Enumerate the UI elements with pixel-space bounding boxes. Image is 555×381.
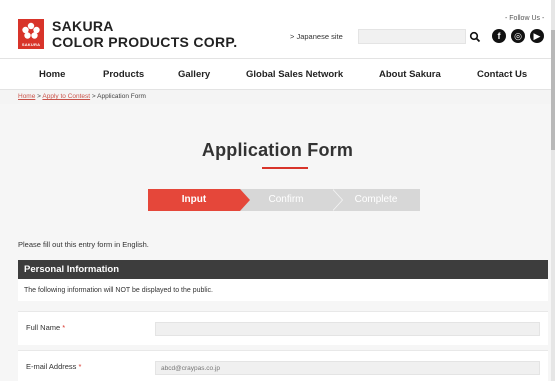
title-underline (262, 167, 308, 169)
logo-tag-text: SAKURA (21, 42, 41, 47)
search-icon[interactable] (469, 31, 481, 43)
search-input[interactable] (358, 29, 466, 44)
site-header: SAKURA SAKURA COLOR PRODUCTS CORP. > Jap… (0, 0, 555, 58)
nav-item-about-sakura[interactable]: About Sakura (379, 69, 441, 80)
email-field[interactable] (155, 361, 540, 375)
full-name-field[interactable] (155, 322, 540, 336)
progress-steps: Complete Confirm Input (148, 189, 420, 211)
youtube-icon[interactable]: ▶ (530, 29, 544, 43)
follow-us-label: - Follow Us - (505, 15, 545, 22)
instagram-icon[interactable]: ◎ (511, 29, 525, 43)
step-complete: Complete (332, 189, 420, 211)
step-arrow-input (240, 189, 250, 211)
email-label-text: E-mail Address (26, 362, 77, 371)
email-label: E-mail Address * (26, 362, 81, 371)
full-name-label: Full Name * (26, 323, 65, 332)
nav-item-contact-us[interactable]: Contact Us (477, 69, 527, 80)
section-header-personal-information: Personal Information (18, 260, 548, 279)
required-mark: * (62, 323, 66, 332)
form-row-email: E-mail Address * (18, 350, 548, 381)
breadcrumb-home-link[interactable]: Home (18, 93, 35, 100)
breadcrumb-trail: Home > Apply to Contest > Application Fo… (18, 93, 146, 100)
main-nav: Home Products Gallery Global Sales Netwo… (0, 58, 555, 90)
brand-name-line2[interactable]: COLOR PRODUCTS CORP. (52, 35, 237, 49)
cherry-blossom-icon (22, 22, 40, 39)
japanese-site-link[interactable]: > Japanese site (290, 32, 343, 41)
full-name-label-text: Full Name (26, 323, 61, 332)
nav-item-products[interactable]: Products (103, 69, 144, 80)
facebook-icon[interactable]: f (492, 29, 506, 43)
nav-item-home[interactable]: Home (39, 69, 65, 80)
breadcrumb-current: Application Form (97, 93, 146, 100)
breadcrumb: Home > Apply to Contest > Application Fo… (0, 90, 555, 104)
breadcrumb-apply-link[interactable]: Apply to Contest (42, 93, 90, 100)
page-title: Application Form (201, 140, 354, 160)
required-mark: * (78, 362, 82, 371)
form-intro-text: Please fill out this entry form in Engli… (18, 240, 149, 249)
page-scrollbar[interactable] (551, 0, 555, 381)
step-confirm: Confirm (240, 189, 332, 211)
privacy-notice-text: The following information will NOT be di… (24, 287, 213, 294)
brand-name-line1[interactable]: SAKURA (52, 19, 114, 33)
step-input: Input (148, 189, 240, 211)
scrollbar-thumb[interactable] (551, 30, 555, 150)
nav-item-global-sales-network[interactable]: Global Sales Network (246, 69, 343, 80)
privacy-notice: The following information will NOT be di… (18, 279, 548, 301)
sakura-logo-icon[interactable]: SAKURA (18, 19, 44, 49)
step-arrow-confirm (332, 189, 342, 211)
form-row-full-name: Full Name * (18, 311, 548, 345)
nav-item-gallery[interactable]: Gallery (178, 69, 210, 80)
